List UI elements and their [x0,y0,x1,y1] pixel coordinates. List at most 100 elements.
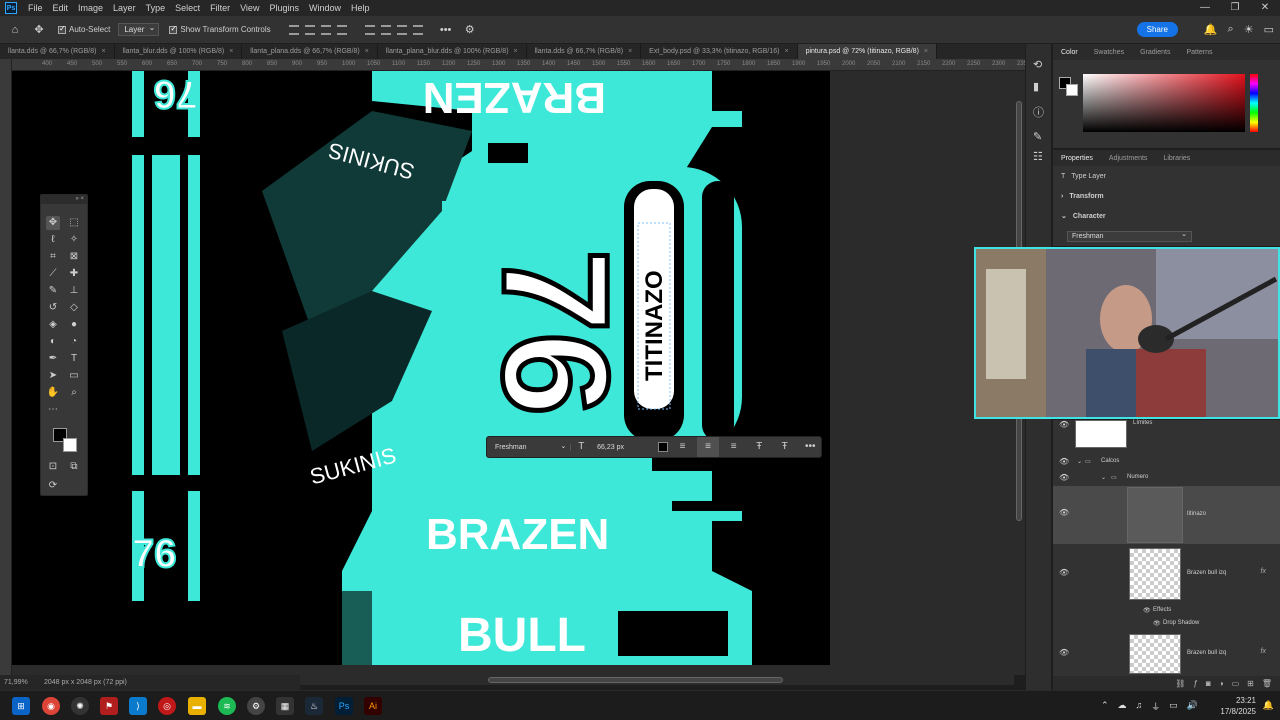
close-icon[interactable]: × [924,48,928,55]
transform-section[interactable]: › Transform [1053,186,1280,206]
path-selection-icon[interactable]: ➤ [46,369,60,383]
toolbar-header[interactable]: » × [41,195,87,204]
chevron-down-icon[interactable]: ⌄ [1077,458,1082,465]
tab-document-active[interactable]: pintura.psd @ 72% (titinazo, RGB/8) × [797,44,937,59]
tab-libraries[interactable]: Libraries [1155,155,1198,162]
microphone-icon[interactable]: ♫ [1136,700,1143,713]
visibility-eye-icon[interactable]: 👁 [1059,508,1069,517]
tab-gradients[interactable]: Gradients [1132,49,1178,56]
show-transform-checkbox[interactable]: Show Transform Controls [169,24,271,34]
blur-tool-icon[interactable]: ● [67,318,81,332]
visibility-eye-icon[interactable]: 👁 [1059,648,1069,657]
hue-slider[interactable] [1250,74,1258,132]
chatgpt-icon[interactable]: ✺ [71,697,89,715]
task-view-icon[interactable]: ▦ [276,697,294,715]
new-layer-icon[interactable]: ⊞ [1247,679,1254,688]
warp-text-icon[interactable]: Ŧ [748,437,770,457]
minimize-button[interactable]: — [1190,0,1220,16]
group-row[interactable]: 👁 ⌄ ▭ Calcos [1053,454,1280,468]
zoom-level[interactable]: 71,99% [4,679,44,686]
sponge-tool-icon[interactable]: ◔ [67,335,81,349]
photoshop-icon[interactable]: Ps [335,697,353,715]
vertical-ruler[interactable] [0,59,12,675]
tab-color[interactable]: Color [1053,49,1086,56]
maximize-button[interactable]: ❐ [1220,0,1250,16]
chrome-icon[interactable]: ◉ [42,697,60,715]
tab-document[interactable]: Ext_body.psd @ 33,3% (titinazo, RGB/16) × [641,44,798,59]
align-left-text-icon[interactable]: ≡ [672,437,694,457]
close-icon[interactable]: × [784,48,788,55]
app-icon[interactable]: ⚑ [100,697,118,715]
mask-icon[interactable]: ◙ [1206,679,1211,688]
magic-wand-icon[interactable]: ✧ [67,233,81,247]
quick-mask-icon[interactable]: ⊡ [46,460,60,474]
align-center-text-icon[interactable]: ≡ [697,437,719,457]
tab-document[interactable]: llanta_plana.dds @ 66,7% (RGB/8) × [242,44,378,59]
menu-image[interactable]: Image [73,3,108,13]
link-layers-icon[interactable]: ⛓ [1175,679,1185,688]
layer-row-selected[interactable]: 👁 titinazo [1053,486,1280,544]
hand-tool-icon[interactable]: ✋ [46,386,60,400]
windows-start-icon[interactable]: ⊞ [12,697,30,715]
character-font-dropdown[interactable]: Freshman [1067,230,1192,242]
app-icon[interactable]: ⚙ [247,697,265,715]
dodge-tool-icon[interactable]: ◐ [46,335,60,349]
eraser-tool-icon[interactable]: ◇ [67,301,81,315]
adjustment-layer-icon[interactable]: ◑ [1219,679,1224,688]
align-left-icon[interactable] [288,24,299,35]
more-context-button[interactable]: ••• [799,437,821,457]
menu-filter[interactable]: Filter [205,3,235,13]
text-options-icon[interactable]: Ŧ [774,437,796,457]
tab-swatches[interactable]: Swatches [1086,49,1132,56]
menu-edit[interactable]: Edit [48,3,74,13]
align-center-icon[interactable] [304,24,315,35]
close-icon[interactable]: × [628,48,632,55]
checkbox-box[interactable] [58,24,66,34]
layer-row[interactable]: 👁 Brazen bull izq fx [1053,632,1280,674]
clock[interactable]: 23:21 17/8/2025 [1220,695,1256,717]
fx-badge[interactable]: fx [1261,648,1266,655]
layer-row[interactable]: 👁 Límites [1053,420,1280,448]
tab-document[interactable]: llanta_blur.dds @ 100% (RGB/8) × [115,44,243,59]
checkbox-box[interactable] [169,24,178,34]
history-brush-icon[interactable]: ↺ [46,301,60,315]
brush-settings-icon[interactable]: ✎ [1033,130,1042,143]
illustrator-icon[interactable]: Ai [364,697,382,715]
tab-document[interactable]: llanta.dds @ 66,7% (RGB/8) × [527,44,642,59]
font-dropdown[interactable]: Freshman [495,442,572,451]
info-icon[interactable]: ⓘ [1033,104,1044,120]
menu-layer[interactable]: Layer [108,3,141,13]
menu-type[interactable]: Type [141,3,171,13]
scroll-thumb[interactable] [488,677,783,683]
workspace-icon[interactable]: ▭ [1264,23,1274,36]
network-icon[interactable]: ▭ [1169,700,1178,713]
type-tool-icon[interactable]: T [67,352,81,366]
gear-icon[interactable]: ⚙ [461,21,479,39]
menu-select[interactable]: Select [170,3,205,13]
brush-tool-icon[interactable]: ✎ [46,284,60,298]
cloud-icon[interactable]: ☁ [1118,700,1127,713]
effects-row[interactable]: 👁 Effects [1053,604,1280,616]
move-tool-icon[interactable]: ✥ [46,216,60,230]
stamp-tool-icon[interactable]: ⊥ [67,284,81,298]
vscode-icon[interactable]: ⟩ [129,697,147,715]
group-row[interactable]: 👁 ⌄ ▭ Numero [1053,470,1280,484]
visibility-eye-icon[interactable]: 👁 [1059,420,1069,429]
marquee-tool-icon[interactable]: ⬚ [67,216,81,230]
tab-adjustments[interactable]: Adjustments [1101,155,1156,162]
notification-icon[interactable]: 🔔 [1263,700,1274,711]
obs-icon[interactable]: ◎ [158,697,176,715]
fx-icon[interactable]: ƒ [1193,679,1197,688]
more-options-button[interactable]: ••• [437,21,455,39]
distribute-icon[interactable] [336,24,347,35]
font-size-field[interactable]: 66,23 px [597,444,654,451]
close-icon[interactable]: × [101,48,105,55]
document-canvas[interactable]: 76 BRAZEN SUKINIS SUKINIS 76 TITINAZO 76… [12,71,830,665]
align-right-text-icon[interactable]: ≡ [723,437,745,457]
visibility-eye-icon[interactable]: 👁 [1059,568,1069,577]
close-icon[interactable]: × [514,48,518,55]
eyedropper-icon[interactable]: ⟋ [46,267,60,281]
effect-row[interactable]: 👁 Drop Shadow [1053,617,1280,629]
background-color-chip[interactable] [1066,84,1078,96]
auto-select-checkbox[interactable]: Auto-Select [58,24,110,34]
